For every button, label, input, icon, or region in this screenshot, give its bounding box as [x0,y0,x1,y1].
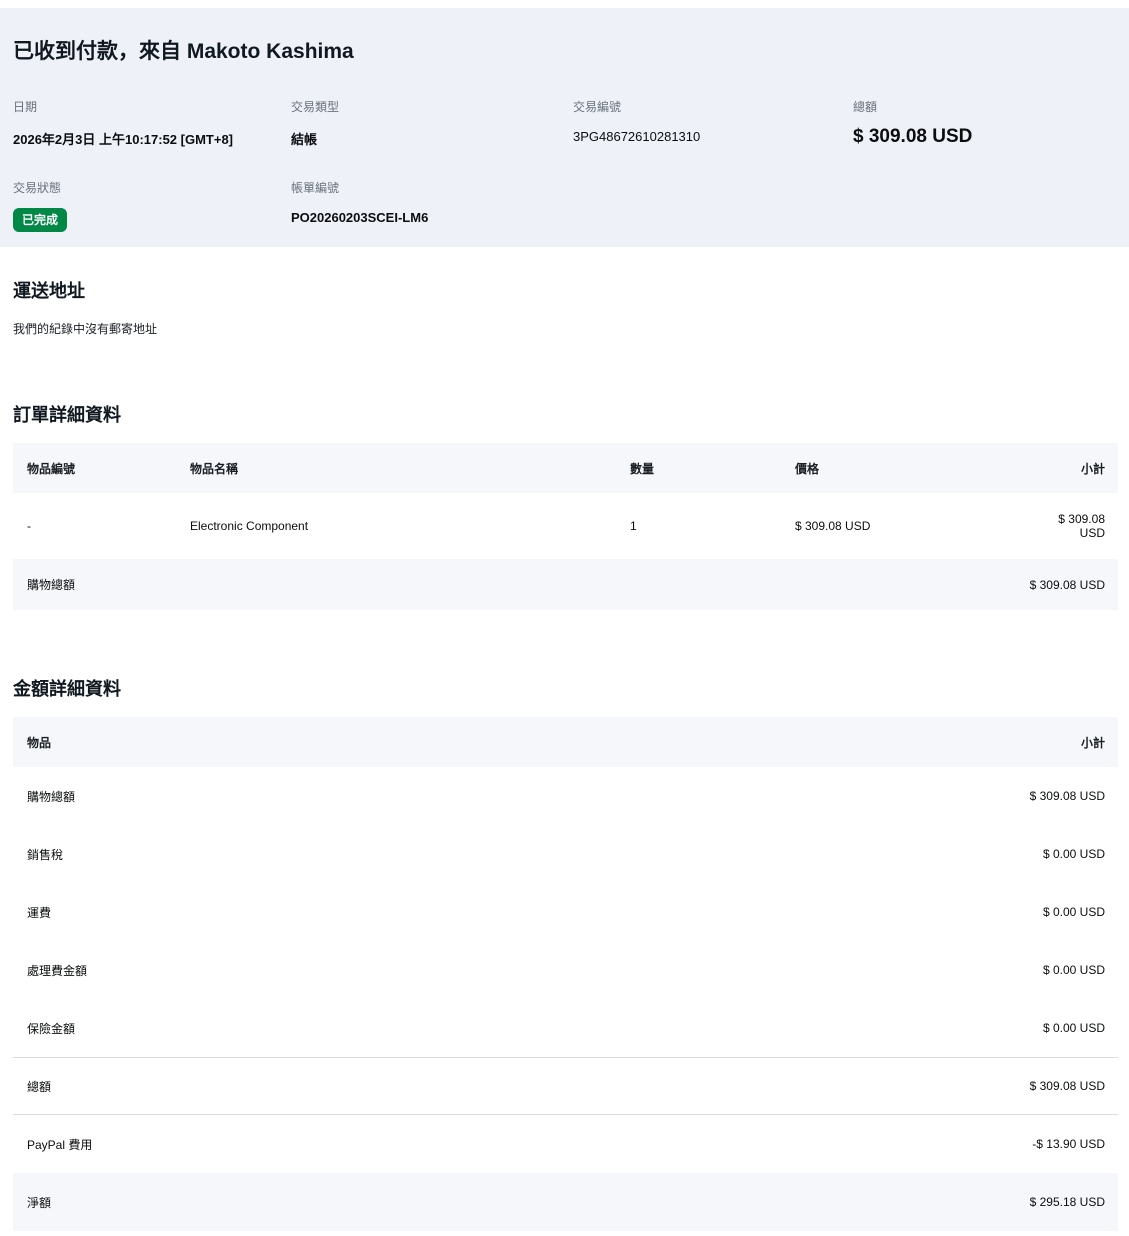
cell-price: $ 309.08 USD [795,519,1035,533]
col-price: 價格 [795,460,1035,477]
col-item: 物品 [27,734,51,751]
amount-row-handling-fee: 處理費金額 $ 0.00 USD [13,941,1118,999]
amount-row-label: PayPal 費用 [27,1136,92,1153]
amount-row-label: 銷售稅 [27,846,63,863]
field-transaction-type-value: 結帳 [291,129,573,148]
amount-row-insurance: 保險金額 $ 0.00 USD [13,999,1118,1057]
purchase-total-value: $ 309.08 USD [1030,578,1105,592]
page-title: 已收到付款，來自 Makoto Kashima [13,35,1116,65]
order-table-header-row: 物品編號 物品名稱 數量 價格 小計 [13,443,1118,493]
amount-row-value: $ 0.00 USD [1043,905,1105,919]
amount-row-net: 淨額 $ 295.18 USD [13,1173,1118,1231]
amount-row-label: 保險金額 [27,1020,75,1037]
col-subtotal: 小計 [1035,460,1105,477]
col-quantity: 數量 [630,460,795,477]
field-date-value: 2026年2月3日 上午10:17:52 [GMT+8] [13,129,291,148]
purchase-total-label: 購物總額 [27,576,75,593]
field-transaction-id: 交易編號 3PG48672610281310 [573,98,853,148]
cell-item-name: Electronic Component [190,519,630,533]
field-transaction-status: 交易狀態 已完成 [13,179,291,232]
amount-row-value: $ 309.08 USD [1030,789,1105,803]
amount-table-header-row: 物品 小計 [13,717,1118,767]
field-total-amount: 總額 $ 309.08 USD [853,98,1116,148]
amount-row-label: 購物總額 [27,788,75,805]
amount-row-value: $ 0.00 USD [1043,1021,1105,1035]
amount-details-table: 物品 小計 購物總額 $ 309.08 USD 銷售稅 $ 0.00 USD 運… [13,717,1118,1231]
field-total-amount-value: $ 309.08 USD [853,126,1116,148]
col-item-name: 物品名稱 [190,460,630,477]
order-details-heading: 訂單詳細資料 [13,401,1116,427]
status-badge: 已完成 [13,208,67,232]
shipping-address-heading: 運送地址 [13,277,1116,303]
amount-row-label: 淨額 [27,1194,51,1211]
field-transaction-id-label: 交易編號 [573,98,853,115]
field-invoice-number: 帳單編號 PO20260203SCEI-LM6 [291,179,573,232]
amount-row-value: $ 0.00 USD [1043,963,1105,977]
field-date: 日期 2026年2月3日 上午10:17:52 [GMT+8] [13,98,291,148]
col-amount-subtotal: 小計 [1081,734,1105,751]
amount-row-label: 總額 [27,1078,51,1095]
amount-row-label: 運費 [27,904,51,921]
shipping-address-section: 運送地址 我們的紀錄中沒有郵寄地址 [0,277,1129,337]
field-transaction-type-label: 交易類型 [291,98,573,115]
order-details-table: 物品編號 物品名稱 數量 價格 小計 - Electronic Componen… [13,443,1118,610]
amount-row-paypal-fee: PayPal 費用 -$ 13.90 USD [13,1115,1118,1173]
cell-quantity: 1 [630,519,795,533]
amount-row-shipping-fee: 運費 $ 0.00 USD [13,883,1118,941]
page-bottom-spacer [0,1231,1129,1236]
field-transaction-status-label: 交易狀態 [13,179,291,196]
amount-row-value: $ 0.00 USD [1043,847,1105,861]
summary-fields-row-1: 日期 2026年2月3日 上午10:17:52 [GMT+8] 交易類型 結帳 … [13,98,1116,148]
field-transaction-id-value: 3PG48672610281310 [573,129,853,144]
cell-subtotal: $ 309.08 USD [1035,512,1105,540]
col-item-number: 物品編號 [27,460,190,477]
amount-row-total: 總額 $ 309.08 USD [13,1057,1118,1115]
transaction-detail-main: 運送地址 我們的紀錄中沒有郵寄地址 訂單詳細資料 物品編號 物品名稱 數量 價格… [0,277,1129,1231]
amount-row-sales-tax: 銷售稅 $ 0.00 USD [13,825,1118,883]
amount-row-value: $ 295.18 USD [1030,1195,1105,1209]
order-details-section: 訂單詳細資料 物品編號 物品名稱 數量 價格 小計 - Electronic C… [0,401,1129,610]
amount-row-value: $ 309.08 USD [1030,1079,1105,1093]
amount-row-value: -$ 13.90 USD [1032,1137,1105,1151]
summary-fields-row-2: 交易狀態 已完成 帳單編號 PO20260203SCEI-LM6 [13,179,1116,232]
shipping-address-note: 我們的紀錄中沒有郵寄地址 [13,320,1116,337]
field-invoice-number-label: 帳單編號 [291,179,573,196]
field-transaction-type: 交易類型 結帳 [291,98,573,148]
amount-row-purchase-total: 購物總額 $ 309.08 USD [13,767,1118,825]
cell-item-number: - [27,519,190,533]
order-table-footer-row: 購物總額 $ 309.08 USD [13,559,1118,610]
field-date-label: 日期 [13,98,291,115]
field-total-amount-label: 總額 [853,98,1116,115]
amount-details-section: 金額詳細資料 物品 小計 購物總額 $ 309.08 USD 銷售稅 $ 0.0… [0,675,1129,1231]
transaction-summary-band: 已收到付款，來自 Makoto Kashima 日期 2026年2月3日 上午1… [0,8,1129,247]
field-invoice-number-value: PO20260203SCEI-LM6 [291,210,573,225]
amount-row-label: 處理費金額 [27,962,87,979]
amount-details-heading: 金額詳細資料 [13,675,1116,701]
order-table-row: - Electronic Component 1 $ 309.08 USD $ … [13,493,1118,559]
